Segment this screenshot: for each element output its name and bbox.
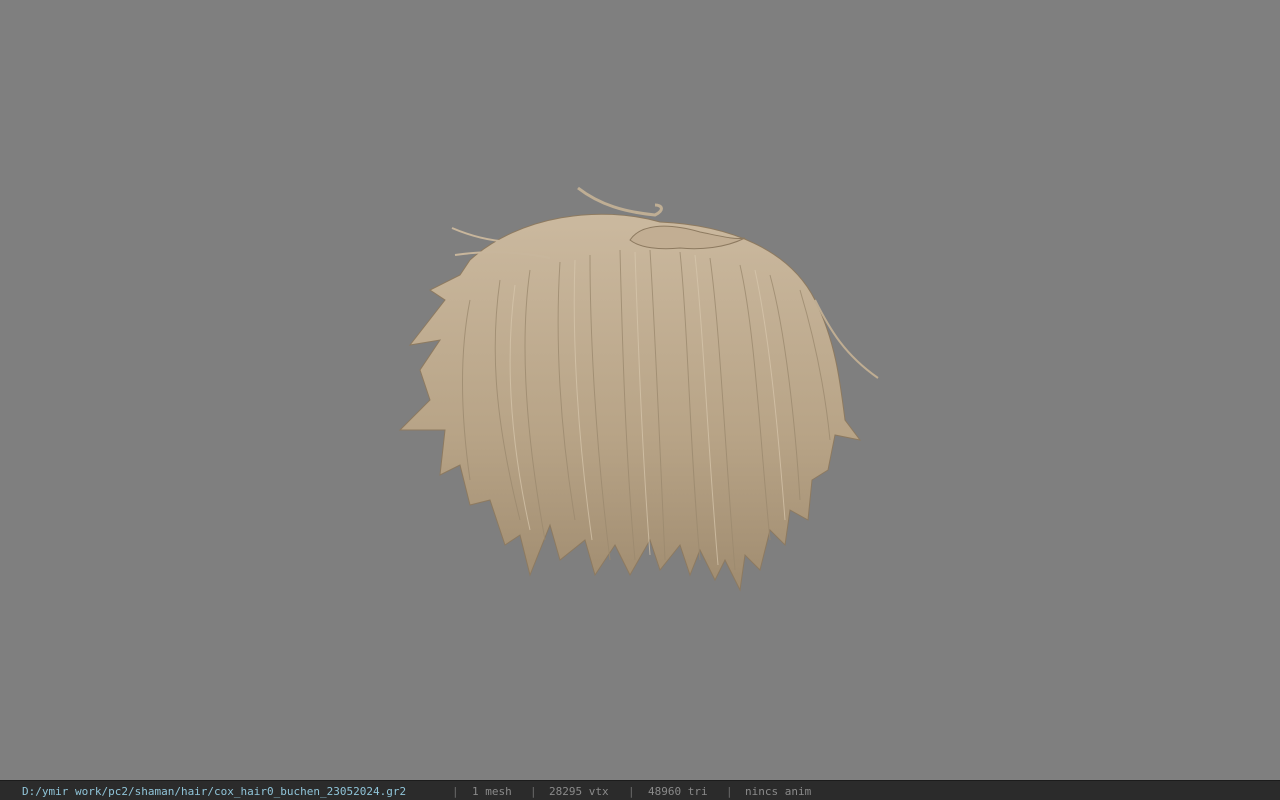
status-separator: | bbox=[530, 785, 537, 798]
hair-mass bbox=[398, 213, 862, 592]
hair-model-render[interactable] bbox=[0, 0, 1280, 780]
anim-status: nincs anim bbox=[745, 785, 812, 798]
mesh-count: 1 mesh bbox=[472, 785, 512, 798]
status-bar: D:/ymir work/pc2/shaman/hair/cox_hair0_b… bbox=[0, 780, 1280, 800]
file-path: D:/ymir work/pc2/shaman/hair/cox_hair0_b… bbox=[22, 785, 407, 798]
status-separator: | bbox=[726, 785, 733, 798]
hair-strand-top bbox=[577, 186, 663, 217]
status-separator: | bbox=[452, 785, 459, 798]
status-separator: | bbox=[628, 785, 635, 798]
vertex-count: 28295 vtx bbox=[549, 785, 609, 798]
3d-viewport[interactable] bbox=[0, 0, 1280, 780]
triangle-count: 48960 tri bbox=[648, 785, 708, 798]
